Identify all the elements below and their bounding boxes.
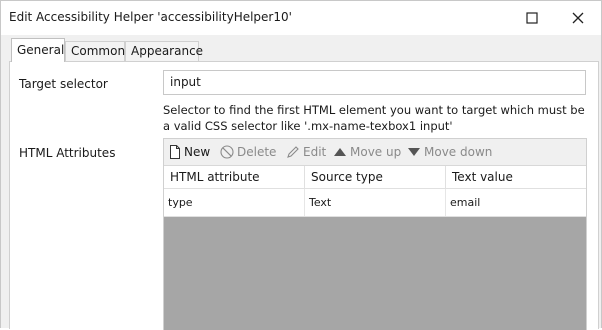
cell-source-type: Text bbox=[305, 189, 446, 216]
tab-general[interactable]: General bbox=[11, 38, 65, 62]
close-icon bbox=[572, 12, 584, 24]
delete-button-label: Delete bbox=[237, 145, 277, 159]
column-header-source-type[interactable]: Source type bbox=[305, 166, 446, 188]
window-title: Edit Accessibility Helper 'accessibility… bbox=[9, 10, 292, 24]
dialog-window: Edit Accessibility Helper 'accessibility… bbox=[0, 0, 602, 330]
target-selector-help-text: Selector to find the first HTML element … bbox=[163, 103, 585, 133]
edit-button-label: Edit bbox=[303, 145, 327, 159]
move-down-icon bbox=[408, 148, 420, 156]
column-header-html-attribute[interactable]: HTML attribute bbox=[164, 166, 305, 188]
grid-header: HTML attribute Source type Text value bbox=[164, 166, 586, 189]
cell-text-value: email bbox=[450, 196, 481, 209]
html-attributes-grid: New Delete Edit Move up Move down HTML a… bbox=[163, 138, 587, 330]
grid-toolbar: New Delete Edit Move up Move down bbox=[164, 139, 586, 166]
new-button[interactable]: New bbox=[169, 143, 210, 161]
target-selector-label: Target selector bbox=[19, 77, 108, 91]
html-attributes-label: HTML Attributes bbox=[19, 146, 116, 160]
move-up-button[interactable]: Move up bbox=[333, 143, 401, 161]
close-button[interactable] bbox=[555, 1, 601, 35]
new-document-icon bbox=[170, 145, 180, 159]
new-button-label: New bbox=[184, 145, 211, 159]
move-down-button[interactable]: Move down bbox=[407, 143, 492, 161]
general-tab-panel: Target selector input Selector to find t… bbox=[9, 61, 599, 330]
table-row[interactable]: type Text email bbox=[164, 189, 586, 217]
tab-common[interactable]: Common bbox=[65, 41, 125, 61]
cell-html-attribute: type bbox=[164, 189, 305, 216]
delete-button[interactable]: Delete bbox=[220, 143, 276, 161]
delete-icon bbox=[220, 145, 234, 159]
target-selector-input[interactable]: input bbox=[163, 70, 586, 95]
maximize-button[interactable] bbox=[509, 1, 555, 35]
maximize-icon bbox=[526, 12, 538, 24]
edit-button[interactable]: Edit bbox=[286, 143, 326, 161]
column-header-text-value[interactable]: Text value bbox=[446, 166, 586, 188]
move-down-button-label: Move down bbox=[424, 145, 493, 159]
move-up-icon bbox=[334, 148, 346, 156]
tab-strip: General Common Appearance bbox=[1, 35, 601, 62]
move-up-button-label: Move up bbox=[350, 145, 402, 159]
title-bar[interactable]: Edit Accessibility Helper 'accessibility… bbox=[1, 1, 601, 35]
edit-pencil-icon bbox=[287, 146, 299, 158]
tab-appearance[interactable]: Appearance bbox=[125, 41, 203, 61]
